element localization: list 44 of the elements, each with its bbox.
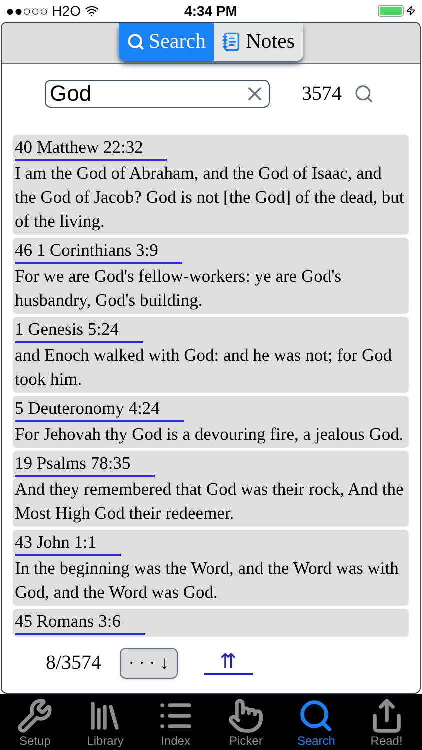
battery-icon <box>378 5 404 17</box>
search-field[interactable]: God <box>45 80 270 108</box>
tab-bar-item[interactable]: Picker <box>216 698 276 748</box>
result-card[interactable]: 43 John 1:1 In the beginning was the Word, and the Word was with God, and the Word was God. <box>13 530 409 606</box>
search-icon[interactable] <box>354 84 374 104</box>
clock: 4:34 PM <box>184 2 238 20</box>
verse-reference[interactable]: 19 Psalms 78:35 <box>15 451 155 477</box>
result-card[interactable]: 19 Psalms 78:35 And they remembered that God was their rock, And the Most High God their redeemer. <box>13 451 409 527</box>
verse-text: And they remembered that God was their rock, And the Most High God their redeemer. <box>15 478 405 525</box>
charging-icon <box>406 6 416 16</box>
segment-tab[interactable]: Notes <box>214 23 304 61</box>
result-count: 3574 <box>302 82 342 107</box>
result-card[interactable]: 46 1 Corinthians 3:9 For we are God's fellow-workers: ye are God's husbandry, God's building. <box>13 238 409 314</box>
wrench-icon <box>17 698 54 734</box>
verse-text: For Jehovah thy God is a devouring fire, a jealous God. <box>15 423 405 446</box>
page-position: 8/3574 <box>46 651 102 676</box>
verse-reference[interactable]: 5 Deuteronomy 4:24 <box>15 396 184 422</box>
tab-bar-item[interactable]: Setup <box>5 698 66 748</box>
verse-reference[interactable]: 45 Romans 3:6 <box>15 609 145 635</box>
verse-text: and Enoch walked with God: and he was not; for God took him. <box>15 344 394 391</box>
carrier-label: ●●○○○ H2O <box>6 2 81 20</box>
tab-bar-item[interactable]: Index <box>146 698 206 748</box>
search-icon <box>126 33 145 51</box>
search-icon <box>298 698 334 734</box>
tab-bar-item[interactable]: Library <box>75 698 136 748</box>
verse-reference[interactable]: 40 Matthew 22:32 <box>15 135 168 161</box>
verse-text: I am the God of Abraham, and the God of Isaac, and the God of Jacob? God is not [the God] of the dead, but of the living. <box>15 162 406 233</box>
verse-reference[interactable]: 1 Genesis 5:24 <box>15 317 144 343</box>
verse-text: For we are God's fellow-workers: ye are God's husbandry, God's building. <box>15 265 343 312</box>
result-card[interactable]: 5 Deuteronomy 4:24 For Jehovah thy God is a devouring fire, a jealous God. <box>13 396 409 448</box>
tab-bar-item[interactable]: Search <box>286 698 346 748</box>
result-card[interactable]: 1 Genesis 5:24 and Enoch walked with God: and he was not; for God took him. <box>13 317 409 393</box>
more-button[interactable]: · · · ↓ <box>120 648 178 678</box>
result-card[interactable]: 40 Matthew 22:32 I am the God of Abraham, and the God of Isaac, and the God of Jacob? God is not [the God] of the dead, but of the living. <box>13 135 409 235</box>
verse-reference[interactable]: 46 1 Corinthians 3:9 <box>15 238 182 264</box>
pointing-hand-icon <box>228 698 264 734</box>
verse-reference[interactable]: 43 John 1:1 <box>15 530 121 556</box>
result-card[interactable]: 45 Romans 3:6 <box>13 609 409 637</box>
notes-icon <box>222 32 242 52</box>
tab-bar-item[interactable]: Read! <box>356 698 417 748</box>
top-link[interactable]: ⇈ <box>204 651 254 675</box>
verse-text: In the beginning was the Word, and the Word was with God, and the Word was God. <box>15 557 400 604</box>
segment-tab[interactable]: Search <box>118 23 214 61</box>
wifi-icon <box>84 4 99 18</box>
